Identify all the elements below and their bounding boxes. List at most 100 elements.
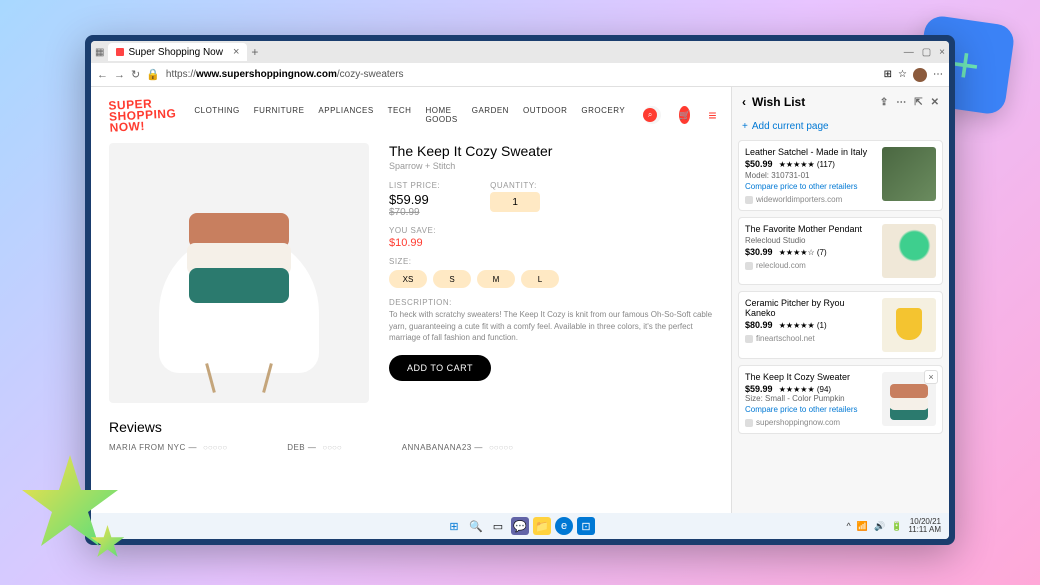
new-tab-button[interactable]: + <box>251 45 258 59</box>
size-l[interactable]: L <box>521 270 559 288</box>
wishlist-item-rating: ★★★★☆ (7) <box>777 248 827 257</box>
window-titlebar: ▦ Super Shopping Now × + — ▢ × <box>91 41 949 63</box>
minimize-button[interactable]: — <box>904 47 914 58</box>
pin-icon[interactable]: ⇱ <box>914 97 922 108</box>
wishlist-item-price: $50.99 <box>745 159 773 169</box>
cart-button[interactable]: 🛒 <box>679 106 690 124</box>
wishlist-item-title: Leather Satchel - Made in Italy <box>745 147 876 157</box>
hamburger-icon[interactable]: ≡ <box>708 107 716 123</box>
wishlist-item-model: Model: 310731-01 <box>745 171 876 180</box>
nav-outdoor[interactable]: OUTDOOR <box>523 106 567 124</box>
share-icon[interactable]: ⇪ <box>880 97 888 108</box>
favicon <box>116 48 124 56</box>
url-field[interactable]: https://www.supershoppingnow.com/cozy-sw… <box>166 69 878 80</box>
wifi-icon[interactable]: 📶 <box>857 521 868 532</box>
tab-title: Super Shopping Now <box>128 47 223 58</box>
wishlist-sidebar: ‹ Wish List ⇪ ⋯ ⇱ ✕ + Add current page L… <box>731 87 949 513</box>
description-label: DESCRIPTION: <box>389 298 713 307</box>
explorer-icon[interactable]: 📁 <box>533 517 551 535</box>
close-button[interactable]: × <box>939 47 945 58</box>
add-current-page-button[interactable]: + Add current page <box>732 117 949 140</box>
add-to-cart-button[interactable]: ADD TO CART <box>389 355 491 381</box>
tabs-icon[interactable]: ▦ <box>95 47 104 58</box>
wishlist-item[interactable]: The Favorite Mother PendantRelecloud Stu… <box>738 217 943 285</box>
nav-garden[interactable]: GARDEN <box>472 106 509 124</box>
wishlist-item-title: The Keep It Cozy Sweater <box>745 372 876 382</box>
favorites-icon[interactable]: ☆ <box>898 69 907 80</box>
maximize-button[interactable]: ▢ <box>922 47 931 58</box>
page-content: SUPERSHOPPINGNOW! CLOTHING FURNITURE APPLI… <box>91 87 731 513</box>
wishlist-item-rating: ★★★★★ (117) <box>777 160 835 169</box>
profile-avatar[interactable] <box>913 68 927 82</box>
compare-price-link[interactable]: Compare price to other retailers <box>745 405 876 414</box>
close-sidebar-icon[interactable]: ✕ <box>931 97 939 108</box>
product-price: $59.99 <box>389 192 440 207</box>
save-amount: $10.99 <box>389 237 713 249</box>
refresh-button[interactable]: ↻ <box>131 68 140 81</box>
list-price-label: LIST PRICE: <box>389 181 440 190</box>
chat-icon[interactable]: 💬 <box>511 517 529 535</box>
wishlist-item-rating: ★★★★★ (94) <box>777 385 832 394</box>
decoration-star-small <box>90 525 125 560</box>
nav-tech[interactable]: TECH <box>388 106 412 124</box>
screen: ▦ Super Shopping Now × + — ▢ × ← → ↻ 🔒 h… <box>91 41 949 539</box>
collections-icon[interactable]: ⊞ <box>884 69 892 80</box>
product-brand: Sparrow + Stitch <box>389 161 713 171</box>
wishlist-item-site: fineartschool.net <box>745 334 876 343</box>
taskbar: ⊞ 🔍 ▭ 💬 📁 e ⊡ ^ 📶 🔊 🔋 10/20/21 11:11 AM <box>91 513 949 539</box>
wishlist-item-thumbnail <box>882 298 936 352</box>
edge-icon[interactable]: e <box>555 517 573 535</box>
wishlist-item[interactable]: Ceramic Pitcher by Ryou Kaneko$80.99 ★★★… <box>738 291 943 359</box>
quantity-label: QUANTITY: <box>490 181 540 190</box>
more-icon[interactable]: ⋯ <box>896 97 906 108</box>
product-description: To heck with scratchy sweaters! The Keep… <box>389 309 713 343</box>
wishlist-item-price: $30.99 <box>745 247 773 257</box>
search-input[interactable]: ⌕ <box>643 106 661 124</box>
tab-close-icon[interactable]: × <box>233 46 239 58</box>
store-icon[interactable]: ⊡ <box>577 517 595 535</box>
monitor-frame: ▦ Super Shopping Now × + — ▢ × ← → ↻ 🔒 h… <box>85 35 955 545</box>
nav-home-goods[interactable]: HOME GOODS <box>425 106 457 124</box>
plus-icon: + <box>742 121 748 132</box>
size-s[interactable]: S <box>433 270 471 288</box>
start-button[interactable]: ⊞ <box>445 517 463 535</box>
back-icon[interactable]: ‹ <box>742 95 746 109</box>
product-title: The Keep It Cozy Sweater <box>389 143 713 159</box>
wishlist-title: Wish List <box>752 95 805 109</box>
forward-button[interactable]: → <box>114 69 125 81</box>
address-bar: ← → ↻ 🔒 https://www.supershoppingnow.com… <box>91 63 949 87</box>
search-icon[interactable]: ⌕ <box>643 108 657 122</box>
wishlist-item-title: The Favorite Mother Pendant <box>745 224 876 234</box>
search-taskbar-icon[interactable]: 🔍 <box>467 517 485 535</box>
size-m[interactable]: M <box>477 270 515 288</box>
remove-wishlist-item-button[interactable]: × <box>924 370 938 384</box>
nav-clothing[interactable]: CLOTHING <box>194 106 239 124</box>
nav-grocery[interactable]: GROCERY <box>581 106 625 124</box>
main-nav: CLOTHING FURNITURE APPLIANCES TECH HOME GOOD… <box>194 106 625 124</box>
review-item: DEB —○○○○ <box>287 443 342 452</box>
wishlist-item-title: Ceramic Pitcher by Ryou Kaneko <box>745 298 876 318</box>
review-item: MARIA FROM NYC —○○○○○ <box>109 443 227 452</box>
nav-furniture[interactable]: FURNITURE <box>254 106 305 124</box>
save-label: YOU SAVE: <box>389 226 713 235</box>
menu-icon[interactable]: ⋯ <box>933 69 943 80</box>
task-view-icon[interactable]: ▭ <box>489 517 507 535</box>
compare-price-link[interactable]: Compare price to other retailers <box>745 182 876 191</box>
wishlist-item-site: relecloud.com <box>745 261 876 270</box>
wishlist-item[interactable]: The Keep It Cozy Sweater$59.99 ★★★★★ (94… <box>738 365 943 434</box>
wishlist-item-price: $80.99 <box>745 320 773 330</box>
volume-icon[interactable]: 🔊 <box>874 521 885 532</box>
lock-icon: 🔒 <box>146 68 160 81</box>
site-logo[interactable]: SUPERSHOPPINGNOW! <box>108 97 177 133</box>
size-xs[interactable]: XS <box>389 270 427 288</box>
browser-tab[interactable]: Super Shopping Now × <box>108 43 247 61</box>
back-button[interactable]: ← <box>97 69 108 81</box>
size-label: SIZE: <box>389 257 713 266</box>
tray-chevron-icon[interactable]: ^ <box>846 521 850 531</box>
wishlist-item[interactable]: Leather Satchel - Made in Italy $50.99 ★★… <box>738 140 943 211</box>
taskbar-time[interactable]: 11:11 AM <box>908 526 941 534</box>
nav-appliances[interactable]: APPLIANCES <box>318 106 373 124</box>
quantity-stepper[interactable]: 1 <box>490 192 540 212</box>
wishlist-item-site: wideworldimporters.com <box>745 195 876 204</box>
battery-icon[interactable]: 🔋 <box>891 521 902 532</box>
